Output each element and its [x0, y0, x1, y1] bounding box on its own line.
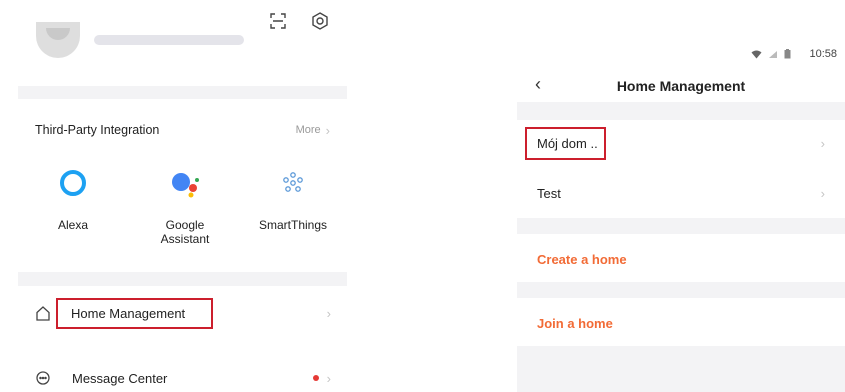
status-icons: [751, 49, 791, 59]
section-divider: [517, 218, 845, 234]
chevron-right-icon: ›: [820, 135, 825, 151]
smartthings-icon: [278, 168, 308, 198]
join-home-button[interactable]: Join a home: [517, 300, 845, 346]
status-time: 10:58: [809, 48, 837, 60]
signal-icon: [769, 50, 778, 58]
create-home-button[interactable]: Create a home: [517, 236, 845, 282]
home-item-label: Test: [537, 185, 561, 201]
section-divider: [18, 272, 347, 286]
chevron-right-icon: ›: [325, 122, 330, 138]
section-divider: [517, 282, 845, 298]
scan-icon[interactable]: [267, 10, 289, 32]
nav-bar: ‹ Home Management: [517, 70, 845, 102]
bottom-fill: [517, 346, 845, 392]
alexa-icon: [58, 168, 88, 198]
status-bar: 10:58: [751, 48, 837, 60]
integrations-list: Alexa Google Assistant SmartThings: [18, 168, 347, 258]
integration-label: Alexa: [57, 218, 89, 232]
integrations-header: Third-Party Integration More ›: [18, 115, 347, 145]
chevron-right-icon: ›: [326, 305, 331, 321]
integration-label: SmartThings: [258, 218, 328, 232]
profile-panel: Third-Party Integration More › Alexa Goo…: [18, 0, 347, 392]
wifi-icon: [751, 50, 762, 58]
menu-item-label: Message Center: [72, 370, 168, 386]
page-title: Home Management: [616, 78, 746, 94]
integration-smartthings[interactable]: SmartThings: [243, 168, 343, 232]
integrations-title: Third-Party Integration: [35, 123, 160, 137]
integration-alexa[interactable]: Alexa: [23, 168, 123, 232]
home-item[interactable]: Test ›: [517, 170, 845, 216]
home-item[interactable]: Mój dom .. ›: [517, 120, 845, 166]
settings-icon[interactable]: [309, 10, 331, 32]
avatar: [36, 22, 80, 58]
message-icon: [34, 369, 52, 387]
home-icon: [34, 304, 52, 322]
row-trailing: ›: [312, 370, 331, 386]
battery-icon: [784, 49, 791, 59]
menu-item-message-center[interactable]: Message Center ›: [18, 358, 347, 392]
more-link[interactable]: More ›: [296, 123, 330, 138]
section-divider: [18, 86, 347, 99]
integration-label: Google Assistant: [160, 218, 210, 246]
account-email: [94, 35, 244, 45]
home-management-screen: 10:58 ‹ Home Management Mój dom .. › Tes…: [517, 0, 845, 392]
back-icon[interactable]: ‹: [535, 74, 541, 95]
google-assistant-icon: [170, 168, 200, 198]
chevron-right-icon: ›: [820, 185, 825, 201]
unread-dot: [312, 375, 319, 381]
spacer: [18, 343, 347, 359]
more-label: More: [295, 124, 321, 136]
integration-google-assistant[interactable]: Google Assistant: [135, 168, 235, 246]
chevron-right-icon: ›: [326, 370, 331, 386]
join-home-label: Join a home: [537, 315, 613, 331]
menu-item-home-management[interactable]: Home Management ›: [18, 293, 347, 333]
create-home-label: Create a home: [537, 251, 627, 267]
top-actions: [267, 10, 331, 32]
account-header[interactable]: [36, 22, 244, 58]
section-divider: [517, 102, 845, 120]
menu-item-label: Home Management: [56, 297, 214, 329]
home-item-label: Mój dom ..: [525, 126, 606, 160]
